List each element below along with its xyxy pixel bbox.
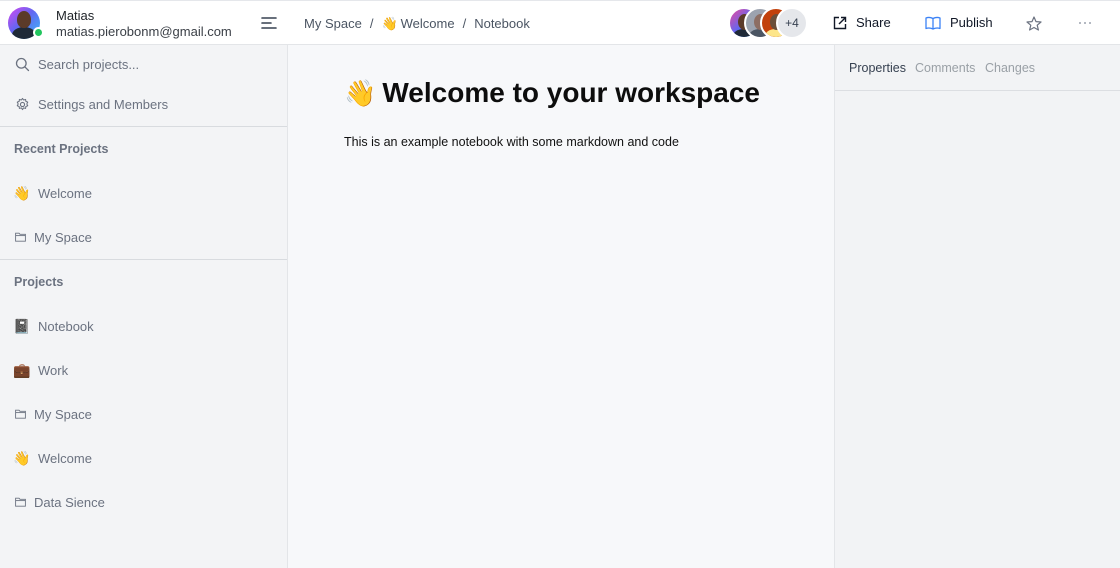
user-email: matias.pierobonm@gmail.com (56, 24, 232, 39)
breadcrumb-separator: / (369, 16, 374, 31)
sidebar: Matias matias.pierobonm@gmail.com Search… (0, 1, 288, 568)
recent-item-label: Welcome (38, 185, 92, 201)
folder-icon (14, 406, 26, 422)
share-label: Share (856, 15, 891, 30)
publish-button[interactable]: Publish (925, 15, 993, 30)
share-icon (833, 16, 847, 29)
user-name: Matias (56, 8, 95, 23)
project-item-welcome[interactable]: 👋 Welcome (0, 438, 287, 478)
recent-item-welcome[interactable]: 👋 Welcome (0, 173, 287, 213)
breadcrumb-separator: / (462, 16, 467, 31)
breadcrumb-notebook[interactable]: Notebook (474, 16, 530, 31)
sidebar-divider (0, 259, 287, 260)
briefcase-icon: 💼 (13, 362, 31, 378)
collaborator-avatars[interactable]: +4 (728, 7, 808, 39)
right-panel-tabs: Properties Comments Changes (835, 45, 1120, 91)
user-block[interactable]: Matias matias.pierobonm@gmail.com (0, 1, 288, 45)
project-item-data-sience[interactable]: Data Sience (0, 482, 287, 522)
project-item-label: Work (38, 362, 69, 378)
breadcrumb-welcome[interactable]: Welcome (401, 16, 455, 31)
tab-comments[interactable]: Comments (915, 61, 975, 75)
project-item-label: Welcome (38, 450, 92, 466)
share-button[interactable]: Share (833, 15, 891, 30)
more-options-icon[interactable] (1078, 21, 1092, 25)
projects-title: Projects (14, 275, 64, 289)
project-item-label: Data Sience (34, 494, 105, 510)
sidebar-divider (0, 126, 287, 127)
settings-label: Settings and Members (38, 96, 169, 112)
notebook-editor[interactable]: 👋 Welcome to your workspace This is an e… (288, 45, 835, 568)
waving-hand-icon: 👋 (381, 16, 398, 31)
collapse-sidebar-icon[interactable] (260, 14, 278, 32)
page-title-text: Welcome to your workspace (382, 77, 760, 108)
gear-icon (14, 96, 30, 112)
tab-properties[interactable]: Properties (849, 61, 906, 75)
waving-hand-icon: 👋 (344, 78, 377, 108)
folder-icon (14, 229, 26, 245)
tab-changes[interactable]: Changes (985, 61, 1035, 75)
markdown-paragraph[interactable]: This is an example notebook with some ma… (344, 135, 679, 149)
waving-hand-icon: 👋 (13, 450, 31, 466)
recent-item-label: My Space (34, 229, 92, 245)
breadcrumb-my-space[interactable]: My Space (304, 16, 362, 31)
more-collaborators-badge[interactable]: +4 (776, 7, 808, 39)
project-item-work[interactable]: 💼 Work (0, 350, 287, 390)
folder-icon (14, 494, 26, 510)
star-icon[interactable] (1026, 16, 1042, 31)
page-title[interactable]: 👋 Welcome to your workspace (344, 77, 760, 109)
right-panel: Properties Comments Changes (835, 45, 1120, 568)
search-projects[interactable]: Search projects... (0, 44, 287, 84)
project-item-label: My Space (34, 406, 92, 422)
breadcrumb: My Space / 👋 Welcome / Notebook (304, 16, 530, 31)
online-status-dot (33, 27, 44, 38)
waving-hand-icon: 👋 (13, 185, 31, 201)
recent-item-my-space[interactable]: My Space (0, 217, 287, 257)
project-item-label: Notebook (38, 318, 94, 334)
app-window: Matias matias.pierobonm@gmail.com Search… (0, 0, 1120, 568)
project-item-notebook[interactable]: 📓 Notebook (0, 306, 287, 346)
notebook-icon: 📓 (13, 318, 31, 334)
search-projects-label: Search projects... (38, 56, 140, 72)
project-item-my-space[interactable]: My Space (0, 394, 287, 434)
publish-label: Publish (950, 15, 993, 30)
search-icon (14, 56, 30, 72)
topbar: My Space / 👋 Welcome / Notebook +4 Share… (288, 1, 1120, 45)
settings-and-members[interactable]: Settings and Members (0, 84, 287, 124)
recent-projects-title: Recent Projects (14, 142, 109, 156)
book-open-icon (925, 16, 941, 30)
